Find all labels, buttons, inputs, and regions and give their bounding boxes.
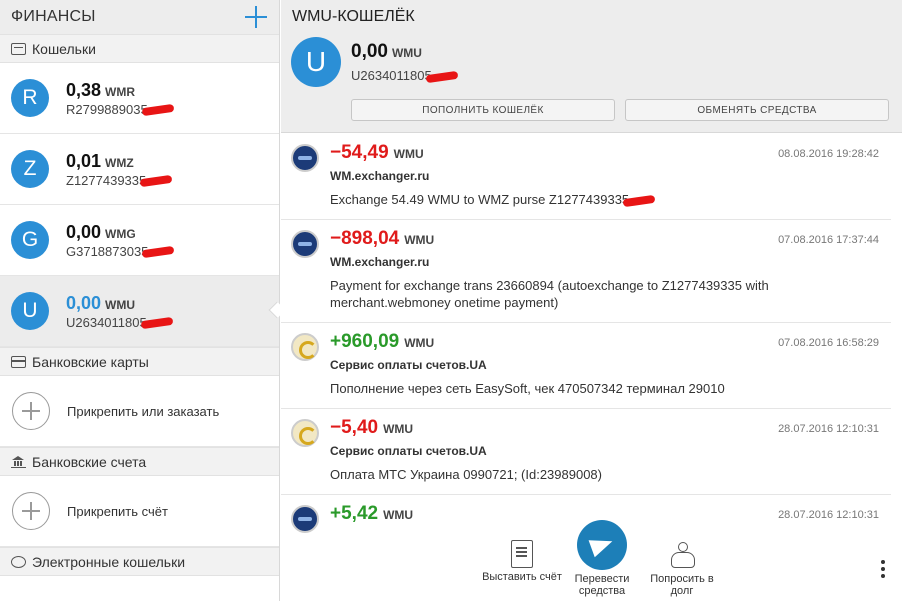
tx-counterparty: WM.exchanger.ru: [330, 255, 430, 269]
add-plus-icon[interactable]: [245, 6, 267, 28]
issue-invoice-button[interactable]: Выставить счёт: [482, 536, 562, 583]
tx-description: Пополнение через сеть EasySoft, чек 4705…: [330, 381, 725, 396]
tx-currency: WMU: [404, 233, 435, 247]
sidebar-title: ФИНАНСЫ: [11, 8, 96, 25]
paper-plane-icon: [577, 520, 627, 570]
transfer-button[interactable]: Перевести средства: [562, 520, 642, 597]
card-icon: [11, 355, 26, 368]
wallet-avatar: G: [11, 221, 49, 259]
wallet-item-wmz[interactable]: Z 0,01 WMZ Z1277439335: [0, 134, 279, 205]
section-cards: Банковские карты: [0, 347, 279, 376]
wallet-currency: WMG: [105, 226, 136, 241]
tx-counterparty: Сервис оплаты счетов.UA: [330, 444, 487, 458]
finance-sidebar: ФИНАНСЫ Кошельки R 0,38 WMR R2799889035 Z…: [0, 0, 280, 601]
invoice-icon: [511, 540, 533, 568]
wallet-currency: WMR: [105, 84, 136, 99]
wallet-icon: [11, 42, 26, 55]
attach-card-button[interactable]: Прикрепить или заказать: [0, 376, 279, 447]
exchanger-logo-icon: [291, 230, 319, 258]
easysoft-logo-icon: [291, 333, 319, 361]
more-vertical-icon[interactable]: [880, 560, 886, 580]
balance: 0,00 WMU: [351, 41, 422, 63]
wallet-item-wmu[interactable]: U 0,00 WMU U2634011805: [0, 276, 279, 347]
section-ewallets: Электронные кошельки: [0, 547, 279, 576]
tx-amount: +960,09: [330, 331, 400, 352]
plus-circle-icon: [12, 392, 50, 430]
action-bar: Выставить счёт Перевести средства Попрос…: [281, 520, 902, 601]
tx-currency: WMU: [383, 422, 414, 436]
balance-amount: 0,00: [351, 41, 388, 62]
tx-description: Payment for exchange trans 23660894 (aut…: [330, 278, 769, 310]
wallet-avatar: R: [11, 79, 49, 117]
attach-account-label: Прикрепить счёт: [67, 503, 168, 519]
transaction-row[interactable]: +960,09 WMU 07.08.2016 16:58:29 Сервис оп…: [281, 323, 891, 409]
wallet-amount: 0,00: [66, 221, 102, 242]
wallet-id: R2799889035: [66, 101, 148, 117]
request-loan-button[interactable]: Попросить в долг: [642, 536, 722, 597]
tx-currency: WMU: [393, 147, 424, 161]
hand-money-icon: [667, 540, 697, 570]
wallet-item-wmg[interactable]: G 0,00 WMG G3718873035: [0, 205, 279, 276]
tx-counterparty: Сервис оплаты счетов.UA: [330, 358, 487, 372]
balance-currency: WMU: [391, 46, 422, 60]
tx-date: 07.08.2016 17:37:44: [778, 234, 879, 246]
topup-button[interactable]: ПОПОЛНИТЬ КОШЕЛЁК: [351, 99, 615, 121]
sidebar-header: ФИНАНСЫ: [0, 0, 279, 34]
transaction-list: −54,49 WMU 08.08.2016 19:28:42 WM.exchang…: [281, 134, 891, 536]
wallet-id: U2634011805: [66, 314, 147, 330]
tx-date: 28.07.2016 12:10:31: [778, 509, 879, 521]
tx-description: Оплата МТС Украина 0990721; (Id:23989008…: [330, 467, 602, 482]
section-accounts-label: Банковские счета: [32, 453, 147, 470]
tx-amount: +5,42: [330, 503, 379, 524]
wallet-id: Z1277439335: [66, 172, 147, 188]
wallet-amount: 0,38: [66, 79, 102, 100]
tx-amount: −54,49: [330, 142, 389, 163]
wallet-header: WMU-КОШЕЛЁК U 0,00 WMU U2634011805 ПОПОЛН…: [281, 0, 902, 133]
wallet-avatar-large: U: [291, 37, 341, 87]
section-wallets: Кошельки: [0, 34, 279, 63]
exchange-button[interactable]: ОБМЕНЯТЬ СРЕДСТВА: [625, 99, 889, 121]
transfer-label: Перевести средства: [574, 573, 630, 597]
exchanger-logo-icon: [291, 144, 319, 172]
wallet-number-text: U2634011805: [351, 68, 432, 83]
attach-account-button[interactable]: Прикрепить счёт: [0, 476, 279, 547]
tx-date: 08.08.2016 19:28:42: [778, 148, 879, 160]
issue-invoice-label: Выставить счёт: [482, 571, 562, 583]
exchanger-logo-icon: [291, 505, 319, 533]
section-cards-label: Банковские карты: [32, 353, 149, 370]
tx-currency: WMU: [404, 336, 435, 350]
wallet-avatar: U: [11, 292, 49, 330]
section-ewallets-label: Электронные кошельки: [32, 553, 186, 570]
tx-amount: −5,40: [330, 417, 379, 438]
transaction-row[interactable]: −898,04 WMU 07.08.2016 17:37:44 WM.exchan…: [281, 220, 891, 323]
attach-card-label: Прикрепить или заказать: [67, 403, 220, 419]
wallet-item-wmr[interactable]: R 0,38 WMR R2799889035: [0, 63, 279, 134]
section-accounts: Банковские счета: [0, 447, 279, 476]
section-wallets-label: Кошельки: [32, 40, 96, 57]
ewallet-icon: [11, 555, 26, 568]
wallet-id: G3718873035: [66, 243, 149, 259]
page-title: WMU-КОШЕЛЁК: [292, 8, 415, 25]
wallet-currency: WMZ: [105, 155, 134, 170]
tx-date: 28.07.2016 12:10:31: [778, 423, 879, 435]
bank-icon: [11, 455, 26, 468]
wallet-avatar: Z: [11, 150, 49, 188]
tx-counterparty: WM.exchanger.ru: [330, 169, 430, 183]
wallet-amount: 0,01: [66, 150, 102, 171]
tx-currency: WMU: [383, 508, 414, 522]
tx-date: 07.08.2016 16:58:29: [778, 337, 879, 349]
wallet-currency: WMU: [105, 297, 136, 312]
wallet-number: U2634011805: [351, 68, 459, 83]
request-loan-label: Попросить в долг: [650, 573, 714, 597]
transaction-row[interactable]: −54,49 WMU 08.08.2016 19:28:42 WM.exchang…: [281, 134, 891, 220]
tx-amount: −898,04: [330, 228, 400, 249]
wallet-amount: 0,00: [66, 292, 102, 313]
plus-circle-icon: [12, 492, 50, 530]
easysoft-logo-icon: [291, 419, 319, 447]
tx-description: Exchange 54.49 WMU to WMZ purse Z1277439…: [330, 192, 630, 207]
wallet-detail: WMU-КОШЕЛЁК U 0,00 WMU U2634011805 ПОПОЛН…: [281, 0, 902, 601]
transaction-row[interactable]: −5,40 WMU 28.07.2016 12:10:31 Сервис опла…: [281, 409, 891, 495]
